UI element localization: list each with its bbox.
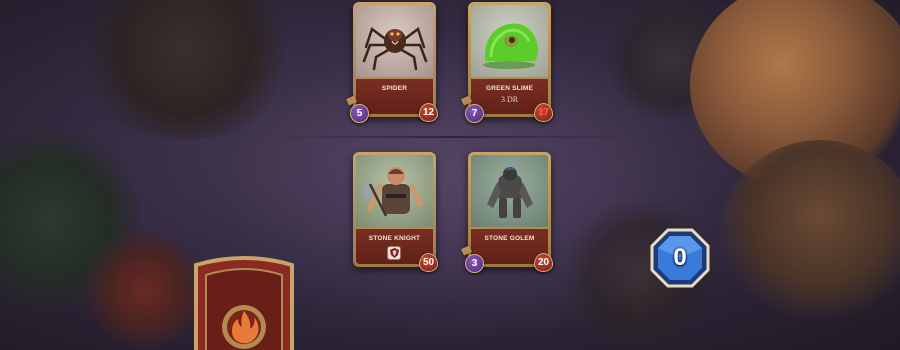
- health-value: 12: [419, 103, 438, 122]
- card-name: GREEN SLIME: [486, 85, 533, 92]
- card-name: STONE KNIGHT: [368, 235, 421, 242]
- shield-icon: [387, 246, 401, 260]
- slime-art: [471, 5, 548, 77]
- enemy-card-spider[interactable]: SPIDER 5 12: [345, 2, 438, 123]
- game-board: SPIDER 5 12 GREEN SLIME 3 DR 7 17 STONE …: [0, 0, 900, 350]
- board-divider: [270, 136, 630, 138]
- mana-value: 0: [673, 244, 687, 271]
- player-card-stone-knight[interactable]: STONE KNIGHT 50: [353, 152, 438, 272]
- knight-art: [356, 155, 433, 227]
- health-value: 50: [419, 253, 438, 272]
- draw-deck[interactable]: [190, 255, 298, 350]
- health-value: 17: [534, 103, 553, 122]
- mana-crystal[interactable]: 0: [650, 228, 710, 288]
- golem-art: [471, 155, 548, 227]
- health-value: 20: [534, 253, 553, 272]
- attack-value: 5: [350, 104, 369, 123]
- spider-art: [356, 5, 433, 77]
- attack-value: 7: [465, 104, 484, 123]
- attack-value: 3: [465, 254, 484, 273]
- card-name: STONE GOLEM: [484, 235, 535, 242]
- damage-reduction-label: 3 DR: [500, 95, 519, 104]
- autumn-tree: [720, 140, 900, 330]
- player-card-stone-golem[interactable]: STONE GOLEM 3 20: [460, 152, 553, 273]
- card-name: SPIDER: [381, 85, 408, 92]
- enemy-card-green-slime[interactable]: GREEN SLIME 3 DR 7 17: [460, 2, 553, 123]
